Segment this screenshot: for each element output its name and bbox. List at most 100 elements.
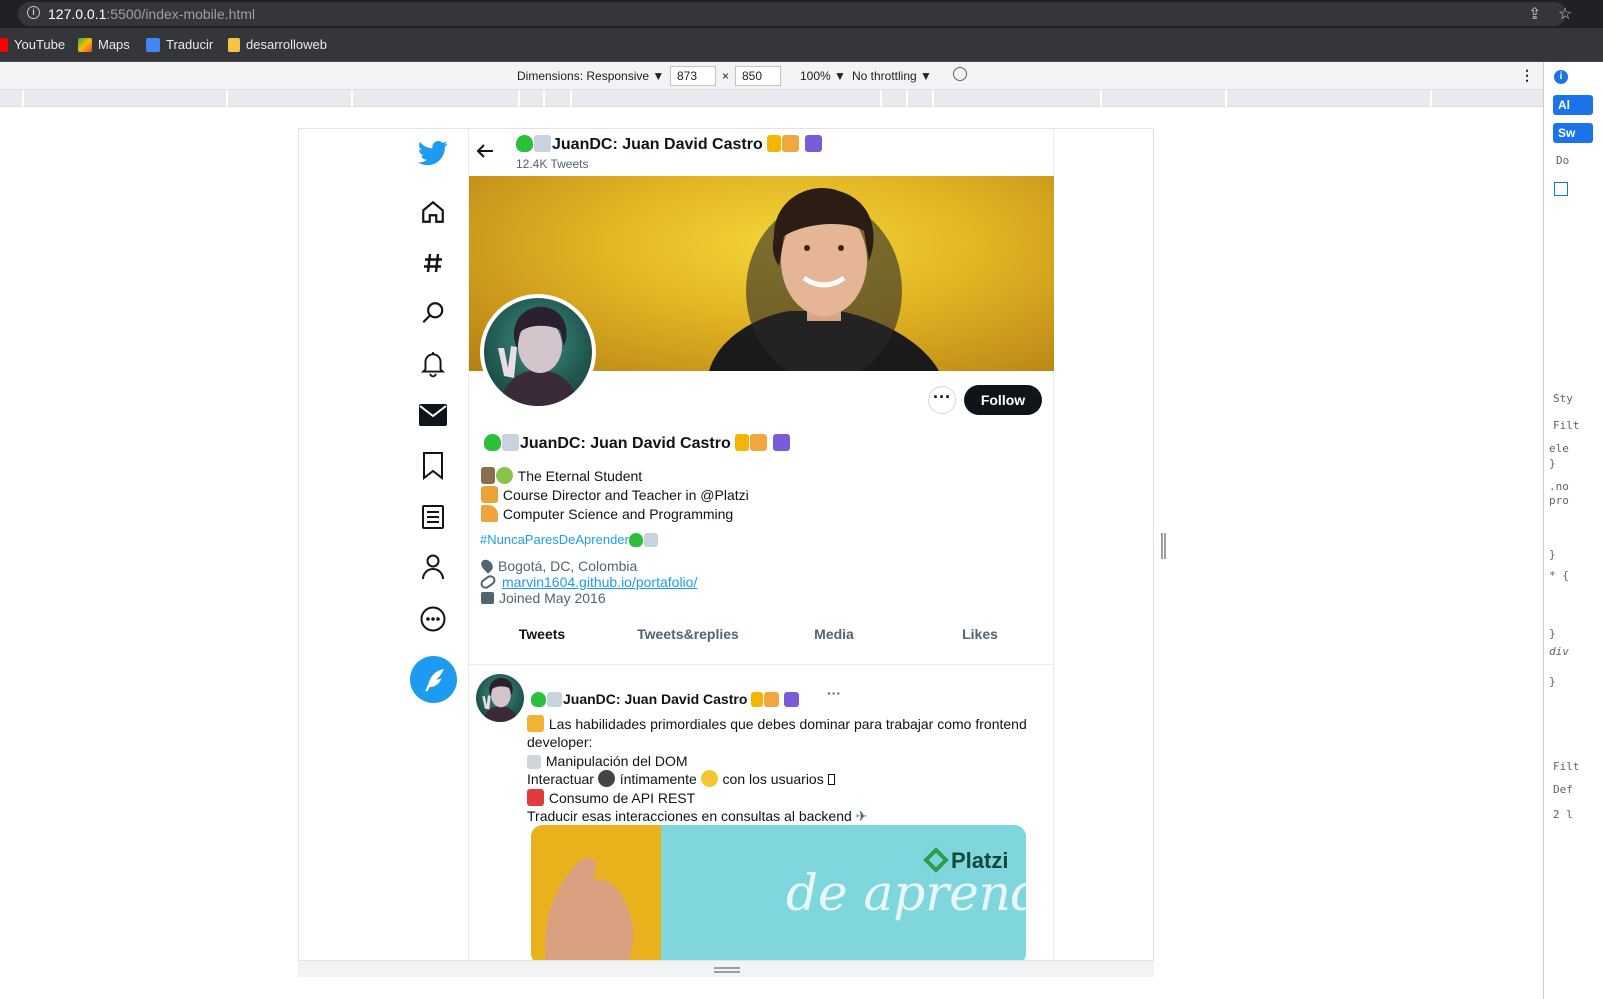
bookmark-label: Maps xyxy=(98,37,130,52)
bookmark-youtube[interactable]: YouTube xyxy=(0,37,65,52)
tab-tweets-replies[interactable]: Tweets&replies xyxy=(615,626,761,642)
bookmark-maps[interactable]: Maps xyxy=(78,37,130,52)
url-host: 127.0.0.1 xyxy=(48,6,107,22)
dimensions-dropdown[interactable]: Dimensions: Responsive ▼ xyxy=(517,69,664,83)
tweet-line: Consumo de API REST xyxy=(527,788,1027,807)
bookmarks-bar: YouTube Maps Traducir desarrolloweb xyxy=(0,28,1603,62)
devtools-tab-styles[interactable]: Sty xyxy=(1553,392,1573,405)
sidebar-nav xyxy=(299,129,469,960)
resize-handle-right[interactable] xyxy=(1161,533,1166,559)
rocket-icon xyxy=(547,692,562,707)
green-heart-icon xyxy=(516,135,533,152)
profile-more-button[interactable]: ··· xyxy=(928,386,956,414)
back-arrow-icon[interactable] xyxy=(476,143,494,164)
follow-button[interactable]: Follow xyxy=(964,385,1042,415)
width-input[interactable]: 873 xyxy=(670,66,716,86)
youtube-icon xyxy=(0,37,8,52)
green-heart-icon xyxy=(484,434,501,451)
times-sign: × xyxy=(722,69,730,83)
messages-mail-icon[interactable] xyxy=(417,399,449,431)
website-link[interactable]: marvin1604.github.io/portafolio/ xyxy=(502,574,697,590)
folder-icon xyxy=(228,37,240,52)
crown-icon xyxy=(527,754,541,769)
profile-display-name: JuanDC: Juan David Castro xyxy=(484,434,791,453)
devtools-line: 2 l xyxy=(1553,808,1573,821)
link-icon xyxy=(478,573,498,591)
rocket-icon xyxy=(502,434,519,451)
teacher-icon xyxy=(750,434,768,451)
bookmark-label: Traducir xyxy=(166,37,214,52)
home-icon[interactable] xyxy=(417,196,449,228)
devtools-filter-2[interactable]: Filt xyxy=(1553,760,1580,773)
rotate-icon[interactable] xyxy=(953,67,967,81)
compose-tweet-button[interactable] xyxy=(410,656,457,703)
green-heart-icon xyxy=(531,692,546,707)
tab-media[interactable]: Media xyxy=(761,626,907,642)
profile-avatar[interactable] xyxy=(480,294,596,410)
profile-bio: The Eternal Student Course Director and … xyxy=(481,467,749,524)
lightning-icon xyxy=(767,135,782,152)
top-profile-name: JuanDC: Juan David Castro xyxy=(516,135,823,154)
devtools-line: Do xyxy=(1556,154,1570,167)
feather-icon xyxy=(424,668,444,691)
search-icon[interactable] xyxy=(417,297,449,329)
profile-hashtag[interactable]: #NuncaParesDeAprender xyxy=(480,532,659,547)
pie-icon xyxy=(481,505,498,522)
rocket-icon xyxy=(534,135,551,152)
browser-top-bar: 127.0.0.1:5500/index-mobile.html i ⇪ ☆ xyxy=(0,0,1603,28)
issues-icon[interactable]: i xyxy=(1554,70,1568,84)
media-query-ruler xyxy=(0,90,1543,107)
explore-hashtag-icon[interactable] xyxy=(417,247,449,279)
bio-line: Computer Science and Programming xyxy=(481,505,749,524)
lists-icon[interactable] xyxy=(417,501,449,533)
throttling-dropdown[interactable]: No throttling ▼ xyxy=(852,69,932,83)
tweet-more-button[interactable]: ··· xyxy=(827,685,841,701)
plane-icon: ✈ xyxy=(855,808,868,825)
face-icon xyxy=(597,770,615,788)
site-info-icon[interactable]: i xyxy=(27,6,40,19)
devtools-line: ele xyxy=(1549,442,1569,455)
smile-icon xyxy=(700,770,718,788)
more-options-circle-icon[interactable] xyxy=(417,603,449,635)
atom-icon xyxy=(804,135,822,152)
profile-person-icon[interactable] xyxy=(417,551,449,583)
profile-location: Bogotá, DC, Colombia xyxy=(478,557,637,574)
more-options-icon[interactable]: ⋮ xyxy=(1520,67,1534,84)
tweet-body: Las habilidades primordiales que debes d… xyxy=(527,715,1027,825)
height-input[interactable]: 850 xyxy=(735,66,781,86)
teacher-icon xyxy=(782,135,800,152)
devtools-button-2[interactable]: Sw xyxy=(1553,123,1593,143)
devtools-line: * { xyxy=(1549,569,1569,582)
location-pin-icon xyxy=(478,557,496,574)
devtools-button-1[interactable]: Al xyxy=(1553,95,1593,115)
bookmark-label: desarrolloweb xyxy=(246,37,327,52)
tweet-media-image[interactable]: de aprend Platzi xyxy=(531,825,1026,960)
zoom-dropdown[interactable]: 100% ▼ xyxy=(800,69,846,83)
profile-joined: Joined May 2016 xyxy=(480,590,606,606)
tweet-line: Manipulación del DOM xyxy=(527,752,1027,770)
tweet-count: 12.4K Tweets xyxy=(516,157,589,171)
calendar-icon xyxy=(481,592,494,604)
tab-likes[interactable]: Likes xyxy=(907,626,1053,642)
twitter-logo-icon[interactable] xyxy=(417,137,449,169)
bookmark-star-icon[interactable]: ☆ xyxy=(1558,4,1572,24)
books-icon xyxy=(481,467,495,484)
missing-glyph-icon xyxy=(827,774,835,786)
resize-handle-bottom[interactable] xyxy=(714,967,740,973)
tab-tweets[interactable]: Tweets xyxy=(469,626,615,642)
device-toolbar: Dimensions: Responsive ▼ 873 × 850 100% … xyxy=(0,62,1543,90)
bookmark-traducir[interactable]: Traducir xyxy=(146,37,213,52)
tweet-author-name[interactable]: JuanDC: Juan David Castro xyxy=(531,691,800,707)
bookmarks-icon[interactable] xyxy=(417,450,449,482)
notifications-bell-icon[interactable] xyxy=(417,348,449,380)
share-icon[interactable]: ⇪ xyxy=(1528,4,1541,24)
devtools-filter[interactable]: Filt xyxy=(1553,419,1580,432)
tweet-avatar[interactable] xyxy=(476,674,524,722)
address-bar[interactable]: 127.0.0.1:5500/index-mobile.html xyxy=(18,2,1566,26)
devtools-line: } xyxy=(1549,675,1556,688)
inspect-icon[interactable] xyxy=(1554,182,1568,196)
media-brand: Platzi xyxy=(951,848,1008,873)
bookmark-desarrolloweb[interactable]: desarrolloweb xyxy=(228,37,327,52)
green-heart-icon xyxy=(628,533,643,547)
apple-icon xyxy=(496,467,513,484)
